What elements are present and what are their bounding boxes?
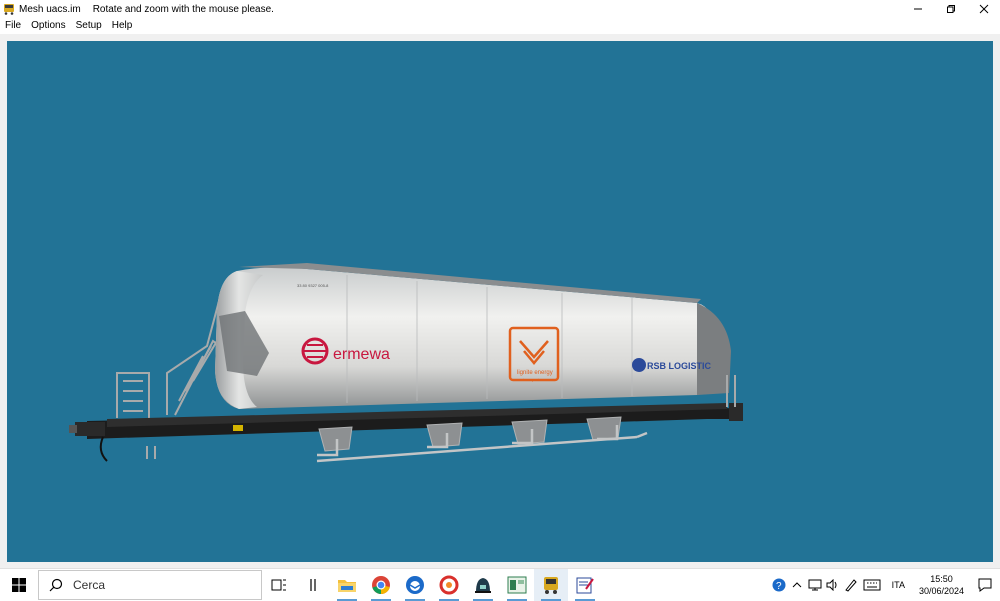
chevron-up-icon: [792, 582, 801, 588]
menu-options[interactable]: Options: [26, 18, 70, 34]
restore-button[interactable]: [934, 0, 967, 18]
menu-bar: File Options Setup Help: [0, 18, 1000, 34]
chrome-icon: [372, 575, 390, 594]
pen-icon: [844, 579, 857, 592]
3d-viewport[interactable]: ermewa lignite energy transport RSB LOGI…: [7, 41, 993, 562]
app-icon: [4, 4, 14, 15]
svg-text:RSB LOGISTIC: RSB LOGISTIC: [647, 361, 712, 371]
search-input[interactable]: Cerca: [38, 569, 262, 600]
restore-icon: [946, 5, 955, 13]
folder-icon: [338, 579, 356, 592]
app-window-button[interactable]: [500, 569, 534, 601]
search-placeholder: Cerca: [73, 577, 106, 592]
system-tray: ? ITA 15:50 30/06/2024: [770, 569, 1000, 601]
trainz-button[interactable]: [466, 569, 500, 601]
widgets-button[interactable]: [296, 569, 330, 601]
wagon-tank: [215, 263, 731, 409]
menu-setup[interactable]: Setup: [71, 18, 107, 34]
menu-help[interactable]: Help: [107, 18, 138, 34]
title-bar: Mesh uacs.im Rotate and zoom with the mo…: [0, 0, 1000, 18]
taskbar: Cerca ? ITA 15:50 30/06/2024: [0, 568, 1000, 601]
svg-text:ermewa: ermewa: [333, 346, 390, 363]
rsb-logistic-logo: RSB LOGISTIC: [632, 358, 712, 372]
volume-tray-button[interactable]: [824, 569, 842, 601]
notification-icon: [978, 578, 992, 592]
clock-date: 30/06/2024: [918, 586, 964, 596]
wagon-model: ermewa lignite energy transport RSB LOGI…: [69, 263, 743, 463]
network-icon: [808, 579, 822, 591]
show-hidden-icons-button[interactable]: [788, 569, 806, 601]
search-icon: [49, 578, 63, 591]
file-explorer-button[interactable]: [330, 569, 364, 601]
chrome-button[interactable]: [364, 569, 398, 601]
minimize-button[interactable]: [901, 0, 934, 18]
task-view-icon: [271, 579, 286, 590]
help-tray-button[interactable]: ?: [770, 569, 788, 601]
window-hint: Rotate and zoom with the mouse please.: [92, 3, 274, 15]
ccleaner-icon: [439, 575, 459, 594]
input-language[interactable]: ITA: [884, 580, 913, 590]
notifications-button[interactable]: [970, 569, 1000, 601]
start-button[interactable]: [0, 569, 38, 601]
mesh-viewer-button[interactable]: [534, 568, 568, 601]
train-icon: [544, 576, 558, 594]
minimize-icon: [913, 8, 922, 10]
thunderbird-button[interactable]: [398, 569, 432, 601]
ccleaner-button[interactable]: [432, 569, 466, 601]
editor-button[interactable]: [568, 569, 602, 601]
volume-icon: [826, 579, 837, 591]
thunderbird-icon: [406, 575, 424, 594]
pen-tray-button[interactable]: [842, 569, 860, 601]
clock[interactable]: 15:50 30/06/2024: [913, 573, 970, 597]
pause-bars-icon: [310, 578, 316, 591]
wagon-marking: 33 80 9327 005-8: [297, 283, 329, 288]
close-icon: [979, 4, 988, 14]
svg-text:transport: transport: [523, 377, 540, 382]
keyboard-icon: [863, 579, 881, 591]
wagon-chassis: [69, 403, 743, 462]
window-title: Mesh uacs.im: [19, 3, 81, 15]
network-tray-button[interactable]: [806, 569, 824, 601]
task-view-button[interactable]: [262, 569, 296, 601]
menu-file[interactable]: File: [0, 18, 26, 34]
keyboard-tray-button[interactable]: [860, 569, 884, 601]
app-window-icon: [507, 576, 527, 593]
windows-icon: [12, 577, 26, 592]
close-button[interactable]: [967, 0, 1000, 18]
locomotive-dome-icon: [475, 577, 491, 593]
help-icon: ?: [772, 578, 786, 592]
clock-time: 15:50: [930, 574, 953, 584]
svg-text:lignite energy: lignite energy: [517, 370, 553, 376]
svg-text:?: ?: [776, 581, 782, 592]
editor-icon: [576, 577, 594, 593]
